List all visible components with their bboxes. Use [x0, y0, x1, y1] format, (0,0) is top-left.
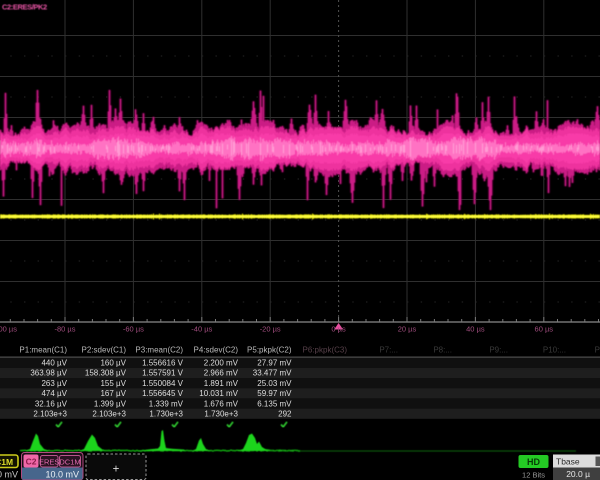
svg-text:1.557591 V: 1.557591 V	[142, 369, 184, 378]
svg-text:-60 µs: -60 µs	[123, 325, 144, 334]
svg-text:-40 µs: -40 µs	[191, 325, 212, 334]
svg-text:P3:mean(C2): P3:mean(C2)	[135, 346, 183, 355]
svg-text:DC1M: DC1M	[0, 457, 13, 467]
svg-text:20.0 µ: 20.0 µ	[566, 469, 590, 479]
svg-text:P7:...: P7:...	[379, 346, 398, 355]
svg-text:ERES: ERES	[39, 457, 59, 466]
svg-text:P8:...: P8:...	[433, 346, 452, 355]
svg-text:1.556616 V: 1.556616 V	[142, 359, 184, 368]
svg-text:158.308 µV: 158.308 µV	[85, 369, 127, 378]
svg-text:0 µs: 0 µs	[331, 325, 346, 334]
svg-text:160 µV: 160 µV	[100, 359, 126, 368]
svg-text:12 Bits: 12 Bits	[522, 471, 545, 480]
svg-text:33.477 mV: 33.477 mV	[253, 369, 292, 378]
svg-text:0 mV: 0 mV	[0, 470, 18, 480]
svg-text:1.730e+3: 1.730e+3	[149, 410, 183, 419]
svg-text:C2: C2	[26, 457, 37, 467]
svg-text:-80 µs: -80 µs	[55, 325, 76, 334]
svg-text:-20 µs: -20 µs	[260, 325, 281, 334]
svg-text:440 µV: 440 µV	[41, 359, 67, 368]
svg-text:32.16 µV: 32.16 µV	[35, 399, 68, 408]
svg-text:27.97 mV: 27.97 mV	[257, 359, 292, 368]
svg-text:Tbase: Tbase	[556, 457, 580, 467]
svg-text:1.339 mV: 1.339 mV	[149, 399, 184, 408]
svg-text:1.556645 V: 1.556645 V	[142, 389, 184, 398]
svg-text:2.103e+3: 2.103e+3	[92, 410, 126, 419]
svg-text:6.135 mV: 6.135 mV	[257, 399, 292, 408]
svg-text:2.200 mV: 2.200 mV	[204, 359, 239, 368]
svg-text:1.730e+3: 1.730e+3	[204, 410, 238, 419]
svg-text:1.891 mV: 1.891 mV	[204, 379, 239, 388]
svg-text:HD: HD	[527, 457, 540, 467]
svg-text:P: P	[595, 346, 600, 355]
svg-text:P9:...: P9:...	[489, 346, 508, 355]
svg-text:P6:pkpk(C3): P6:pkpk(C3)	[303, 346, 348, 355]
svg-text:263 µV: 263 µV	[41, 379, 67, 388]
svg-text:20 µs: 20 µs	[398, 325, 417, 334]
svg-text:P4:sdev(C2): P4:sdev(C2)	[194, 346, 239, 355]
svg-text:25.03 mV: 25.03 mV	[257, 379, 292, 388]
svg-text:1.399 µV: 1.399 µV	[94, 399, 127, 408]
svg-text:474 µV: 474 µV	[41, 389, 67, 398]
svg-text:P10:...: P10:...	[543, 346, 566, 355]
svg-text:P2:sdev(C1): P2:sdev(C1)	[82, 346, 127, 355]
svg-text:167 µV: 167 µV	[100, 389, 126, 398]
svg-text:2.966 mV: 2.966 mV	[204, 369, 239, 378]
svg-text:292: 292	[278, 410, 292, 419]
svg-text:00 µs: 00 µs	[0, 325, 17, 334]
svg-text:10.0 mV: 10.0 mV	[45, 469, 79, 479]
svg-text:10.031 mV: 10.031 mV	[199, 389, 238, 398]
svg-text:C2:ERES/PK2: C2:ERES/PK2	[2, 3, 47, 12]
svg-text:60 µs: 60 µs	[535, 325, 554, 334]
svg-text:DC1M: DC1M	[59, 457, 80, 466]
svg-text:1.676 mV: 1.676 mV	[204, 399, 239, 408]
svg-text:155 µV: 155 µV	[100, 379, 126, 388]
svg-text:40 µs: 40 µs	[466, 325, 485, 334]
svg-text:59.97 mV: 59.97 mV	[257, 389, 292, 398]
svg-text:363.98 µV: 363.98 µV	[30, 369, 67, 378]
svg-text:P5:pkpk(C2): P5:pkpk(C2)	[247, 346, 292, 355]
svg-text:+: +	[113, 464, 120, 476]
svg-text:1.550084 V: 1.550084 V	[142, 379, 184, 388]
svg-text:2.103e+3: 2.103e+3	[33, 410, 67, 419]
svg-text:P1:mean(C1): P1:mean(C1)	[19, 346, 67, 355]
